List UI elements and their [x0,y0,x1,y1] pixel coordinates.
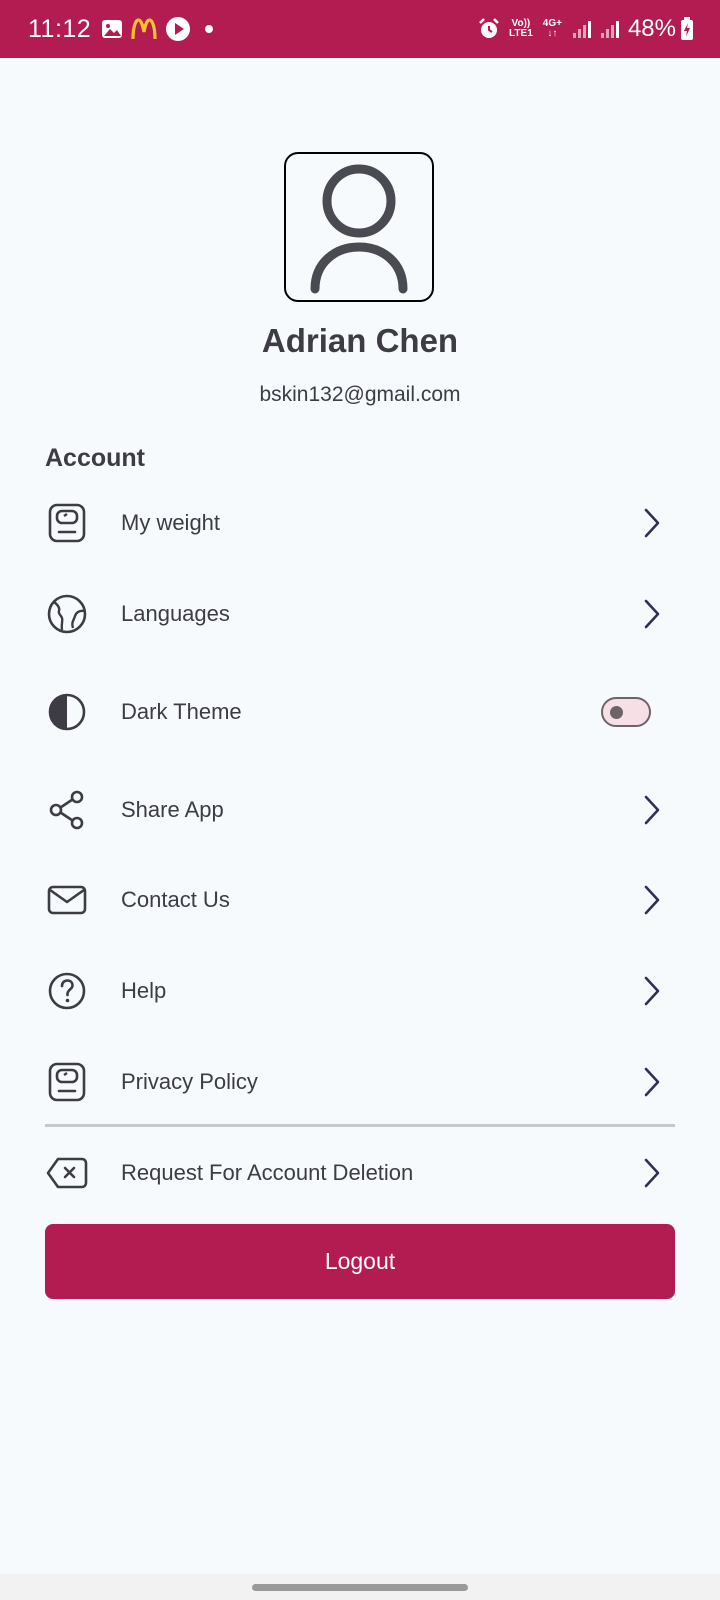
chevron-right-icon [637,971,667,1011]
share-icon [45,788,89,832]
help-icon [45,969,89,1013]
status-bar-right: Vo)) LTE1 4G+ ↓↑ 48% [477,15,694,43]
play-icon [165,16,191,42]
logout-button[interactable]: Logout [45,1224,675,1299]
section-title-account: Account [45,444,145,472]
user-icon [310,164,408,294]
mcdonalds-icon [131,18,157,40]
menu-label-privacy-policy: Privacy Policy [121,1069,258,1094]
volte-bottom: LTE1 [509,28,533,39]
menu-item-my-weight[interactable]: My weight [45,493,675,553]
home-gesture-handle[interactable] [252,1584,468,1591]
status-bar: 11:12 Vo)) LTE1 4G+ ↓↑ 48% [0,0,720,58]
signal-icon [600,19,620,39]
backspace-icon [45,1151,89,1195]
alarm-icon [477,17,501,41]
toggle-knob [610,706,623,719]
volte-indicator: Vo)) LTE1 [509,19,533,39]
menu-item-help[interactable]: Help [45,961,675,1021]
menu-label-share-app: Share App [121,797,224,822]
battery-percent: 48% [627,15,676,42]
menu-label-delete-account: Request For Account Deletion [121,1160,414,1185]
menu-item-privacy-policy[interactable]: Privacy Policy [45,1052,675,1112]
navigation-bar [0,1574,720,1600]
mail-icon [45,878,89,922]
data-indicator: 4G+ ↓↑ [543,19,562,39]
menu-label-languages: Languages [121,601,230,626]
chevron-right-icon [637,1153,667,1193]
scale-icon [45,501,89,545]
menu-label-dark-theme: Dark Theme [121,699,242,724]
chevron-right-icon [637,503,667,543]
avatar[interactable] [284,152,434,302]
menu-item-contact-us[interactable]: Contact Us [45,870,675,930]
dot-icon [205,25,214,33]
globe-icon [45,592,89,636]
status-bar-left: 11:12 [28,14,214,44]
menu-item-dark-theme[interactable]: Dark Theme [45,682,675,742]
scale-icon [45,1060,89,1104]
menu-item-languages[interactable]: Languages [45,584,675,644]
dark-theme-toggle[interactable] [601,697,651,727]
chevron-right-icon [637,1062,667,1102]
signal-icon [572,19,592,39]
chevron-right-icon [637,594,667,634]
status-time: 11:12 [28,14,92,43]
menu-label-help: Help [121,978,167,1003]
menu-label-contact-us: Contact Us [121,887,230,912]
menu-item-share-app[interactable]: Share App [45,780,675,840]
menu-label-my-weight: My weight [121,510,221,535]
contrast-icon [45,690,89,734]
profile-name: Adrian Chen [261,322,459,359]
chevron-right-icon [637,880,667,920]
divider [45,1124,675,1127]
battery-charging-icon [680,17,694,41]
gallery-icon [101,18,123,40]
data-bottom: ↓↑ [547,28,558,39]
menu-item-delete-account[interactable]: Request For Account Deletion [45,1143,675,1203]
chevron-right-icon [637,790,667,830]
profile-email: bskin132@gmail.com [259,383,461,406]
